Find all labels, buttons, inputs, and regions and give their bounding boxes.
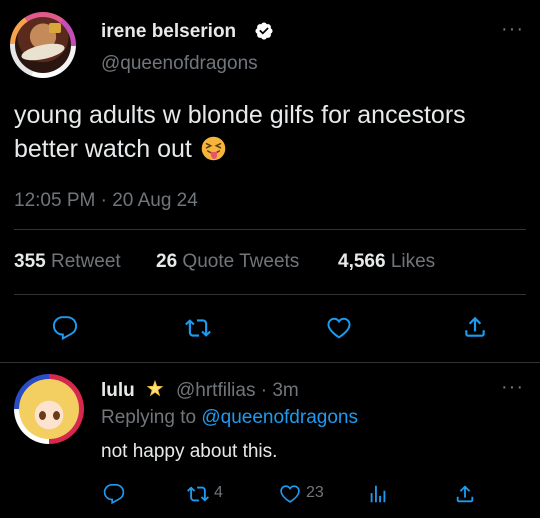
like-icon[interactable] bbox=[326, 315, 352, 341]
verified-badge-icon bbox=[255, 22, 273, 40]
share-icon[interactable] bbox=[454, 483, 476, 505]
author-display-name[interactable]: irene belserion bbox=[101, 21, 236, 43]
quotes-count: 26 bbox=[156, 251, 178, 272]
retweets-stat[interactable]: 355 Retweet bbox=[14, 251, 121, 273]
reply-handle-time[interactable]: @hrtfilias · 3m bbox=[176, 380, 299, 402]
reply-author-avatar[interactable] bbox=[14, 374, 84, 444]
replying-to-mention[interactable]: @queenofdragons bbox=[201, 407, 358, 428]
retweets-count: 355 bbox=[14, 251, 46, 272]
tweet-text: young adults w blonde gilfs for ancestor… bbox=[14, 98, 534, 166]
tweet-text-line-1: young adults w blonde gilfs for ancestor… bbox=[14, 101, 466, 129]
squinting-tongue-emoji-icon bbox=[201, 136, 226, 161]
star-icon bbox=[146, 379, 164, 397]
views-icon[interactable] bbox=[367, 483, 389, 505]
likes-count: 4,566 bbox=[338, 251, 386, 272]
replying-to: Replying to @queenofdragons bbox=[101, 407, 358, 429]
replying-to-label: Replying to bbox=[101, 407, 197, 428]
author-avatar[interactable] bbox=[10, 12, 76, 78]
retweets-label: Retweet bbox=[50, 251, 121, 272]
more-icon[interactable]: ··· bbox=[501, 18, 524, 41]
reply-like-count: 23 bbox=[306, 484, 324, 501]
divider bbox=[0, 362, 540, 363]
likes-label: Likes bbox=[390, 251, 436, 272]
tweet-timestamp[interactable]: 12:05 PM · 20 Aug 24 bbox=[14, 190, 198, 212]
retweet-icon[interactable] bbox=[185, 315, 211, 341]
more-icon[interactable]: ··· bbox=[501, 376, 524, 399]
tweet-text-line-2: better watch out bbox=[14, 135, 192, 163]
divider bbox=[14, 229, 526, 230]
quotes-stat[interactable]: 26 Quote Tweets bbox=[156, 251, 299, 273]
author-handle[interactable]: @queenofdragons bbox=[101, 53, 258, 75]
reply-icon[interactable] bbox=[103, 483, 125, 505]
reply-author-display-name[interactable]: lulu bbox=[101, 380, 135, 402]
likes-stat[interactable]: 4,566 Likes bbox=[338, 251, 435, 273]
reply-retweet-count: 4 bbox=[214, 484, 223, 501]
divider bbox=[14, 294, 526, 295]
reply-icon[interactable] bbox=[52, 315, 78, 341]
reply-text: not happy about this. bbox=[101, 441, 278, 462]
quotes-label: Quote Tweets bbox=[182, 251, 300, 272]
like-icon[interactable] bbox=[279, 483, 301, 505]
retweet-icon[interactable] bbox=[187, 483, 209, 505]
share-icon[interactable] bbox=[462, 314, 488, 340]
